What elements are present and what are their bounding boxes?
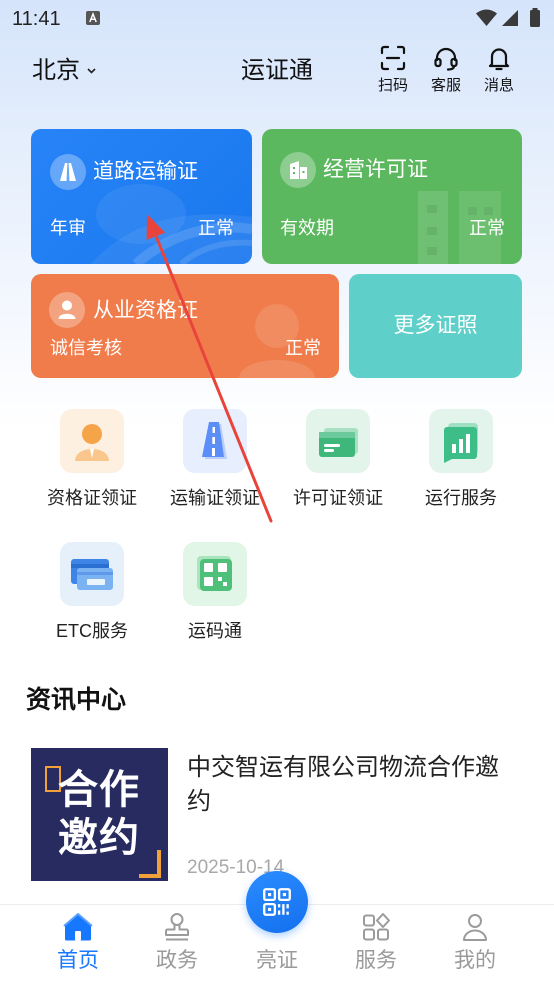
road-transport-card[interactable]: 道路运输证 年审 正常 — [31, 129, 252, 264]
status-badge: 正常 — [198, 218, 234, 238]
service-item-etc[interactable]: ETC服务 — [27, 542, 157, 642]
user-icon — [459, 911, 491, 943]
card-decoration — [418, 191, 501, 264]
card-decoration — [91, 184, 252, 264]
service-item-qualification-cert[interactable]: 资格证领证 — [27, 409, 157, 509]
nav-label: 首页 — [57, 949, 99, 972]
section-title-news: 资讯中心 — [26, 686, 127, 714]
news-item[interactable]: 合作 邀约 中交智运有限公司物流合作邀约 2025-10-14 — [31, 748, 522, 881]
scan-button[interactable]: 扫码 — [367, 45, 419, 95]
chart-document-icon — [429, 409, 493, 473]
grid-icon — [360, 911, 392, 943]
card-title: 更多证照 — [393, 314, 478, 337]
business-license-card[interactable]: 经营许可证 有效期 正常 — [262, 129, 522, 264]
card-subtitle: 有效期 — [280, 218, 334, 238]
home-icon — [62, 911, 94, 943]
messages-label: 消息 — [483, 77, 514, 94]
wifi-icon — [476, 9, 497, 26]
customer-service-button[interactable]: 客服 — [420, 45, 472, 95]
scan-label: 扫码 — [377, 77, 408, 94]
card-subtitle: 诚信考核 — [50, 338, 122, 358]
stamp-icon — [161, 911, 193, 943]
service-item-operation-service[interactable]: 运行服务 — [396, 409, 526, 509]
status-time: 11:41 — [12, 8, 61, 30]
more-licenses-card[interactable]: 更多证照 — [349, 274, 522, 378]
service-item-permit-cert[interactable]: 许可证领证 — [273, 409, 403, 509]
headset-icon — [433, 45, 459, 71]
nav-item-services[interactable]: 服务 — [336, 911, 416, 981]
service-label: 运码通 — [188, 621, 242, 641]
license-card-icon — [306, 409, 370, 473]
nav-label: 亮证 — [256, 949, 298, 972]
thumbnail-text: 合作 — [58, 768, 140, 812]
card-title: 经营许可证 — [323, 158, 428, 181]
nav-item-profile[interactable]: 我的 — [435, 911, 515, 981]
service-label: 运行服务 — [425, 488, 497, 508]
building-icon — [280, 152, 316, 188]
thumbnail-text: 邀约 — [58, 816, 140, 860]
qr-code-icon — [183, 542, 247, 606]
nav-label: 我的 — [454, 949, 496, 972]
nav-item-home[interactable]: 首页 — [38, 911, 118, 981]
service-label: 运输证领证 — [170, 488, 260, 508]
customer-service-label: 客服 — [430, 77, 461, 94]
image-accent — [139, 874, 161, 878]
card-title: 道路运输证 — [93, 160, 198, 183]
battery-icon — [529, 8, 541, 27]
scan-icon — [380, 45, 406, 71]
chevron-down-icon — [87, 68, 96, 74]
page-title: 运证通 — [241, 57, 313, 84]
card-title: 从业资格证 — [93, 299, 198, 322]
news-thumbnail: 合作 邀约 — [31, 748, 168, 881]
city-label: 北京 — [32, 57, 80, 84]
news-title: 中交智运有限公司物流合作邀约 — [187, 754, 499, 815]
signal-icon — [502, 10, 518, 26]
nav-label: 政务 — [156, 949, 198, 972]
service-label: ETC服务 — [56, 621, 128, 641]
service-label: 许可证领证 — [293, 488, 383, 508]
status-bar: 11:41 — [0, 0, 554, 38]
etc-card-icon — [60, 542, 124, 606]
person-badge-icon — [60, 409, 124, 473]
show-license-qr-button[interactable] — [246, 871, 308, 933]
service-item-transport-cert[interactable]: 运输证领证 — [150, 409, 280, 509]
card-subtitle: 年审 — [50, 218, 86, 238]
notification-a-icon — [86, 11, 100, 25]
nav-label: 服务 — [355, 949, 397, 972]
road-icon — [183, 409, 247, 473]
status-badge: 正常 — [285, 338, 321, 358]
service-item-transport-code[interactable]: 运码通 — [150, 542, 280, 642]
nav-item-government[interactable]: 政务 — [137, 911, 217, 981]
service-label: 资格证领证 — [47, 488, 137, 508]
city-selector[interactable]: 北京 — [32, 57, 96, 85]
qr-code-icon — [260, 885, 294, 919]
person-icon — [49, 292, 85, 328]
bell-icon — [486, 45, 512, 71]
qualification-card[interactable]: 从业资格证 诚信考核 正常 — [31, 274, 339, 378]
road-icon — [50, 154, 86, 190]
messages-button[interactable]: 消息 — [473, 45, 525, 95]
status-badge: 正常 — [469, 218, 505, 238]
